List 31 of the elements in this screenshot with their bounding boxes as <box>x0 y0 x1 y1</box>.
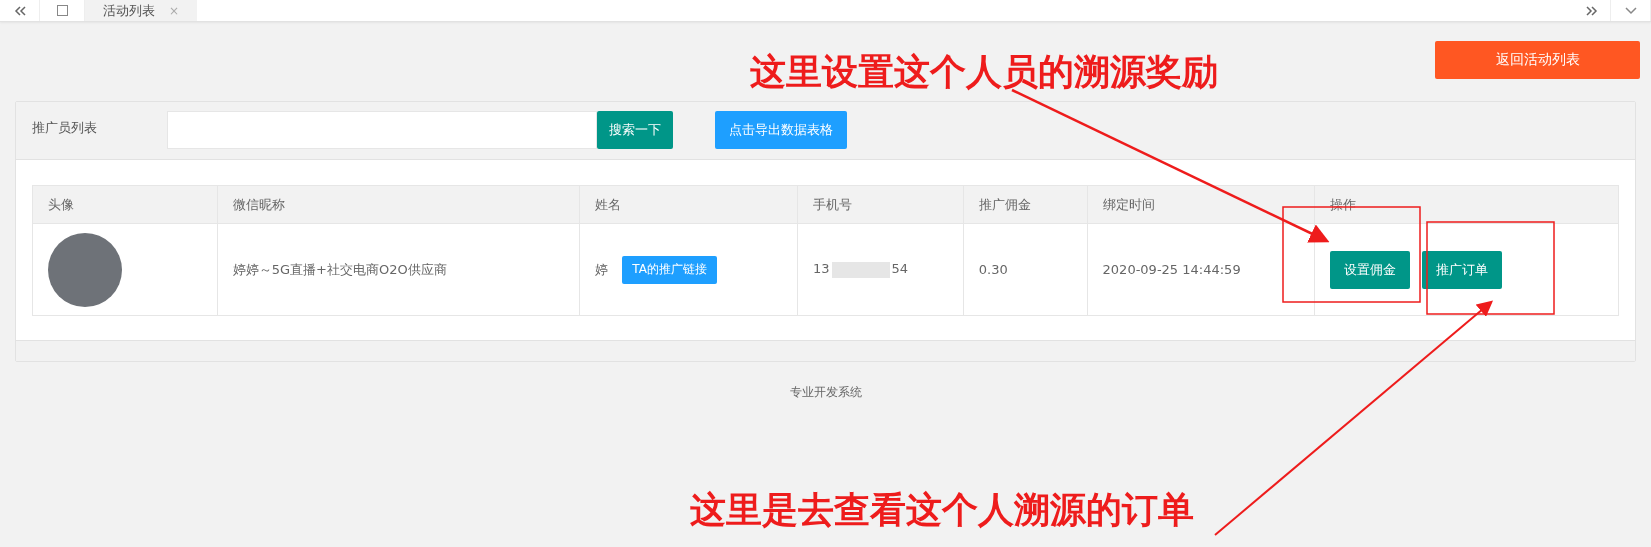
search-field[interactable] <box>167 111 597 149</box>
annotation-text: 这里设置这个人员的溯源奖励 <box>750 50 1218 94</box>
column-header: 头像 <box>32 185 218 224</box>
action-button[interactable]: 设置佣金 <box>1330 250 1411 289</box>
column-header: 推广佣金 <box>963 185 1088 224</box>
footer-text: 专业开发系统 <box>788 384 863 401</box>
column-header: 微信昵称 <box>217 185 580 224</box>
annotation-text: 这里是去查看这个人溯源的订单 <box>690 488 1194 532</box>
column-header: 手机号 <box>797 185 964 224</box>
double-chevron-right-icon[interactable] <box>1585 5 1598 16</box>
action-button[interactable]: 推广订单 <box>1422 250 1503 289</box>
tab-label: 活动列表 <box>102 1 155 20</box>
table-cell: 婷婷～5G直播+社交电商O2O供应商 <box>217 223 580 316</box>
export-button[interactable]: 点击导出数据表格 <box>715 111 847 149</box>
name-text: 婷 <box>595 261 609 276</box>
blurred-block <box>831 261 890 278</box>
double-chevron-left-icon[interactable] <box>13 5 26 16</box>
table-cell: 0.30 <box>963 223 1088 316</box>
return-button[interactable]: 返回活动列表 <box>1435 41 1640 79</box>
tab[interactable]: 活动列表 × <box>85 0 197 21</box>
close-icon[interactable]: × <box>168 3 180 18</box>
square-icon[interactable] <box>56 5 68 16</box>
chevron-down-icon[interactable] <box>1624 6 1637 15</box>
link-button[interactable]: TA的推广链接 <box>622 255 717 284</box>
panel-title: 推广员列表 <box>32 119 98 137</box>
phone-text: 13 <box>813 261 830 277</box>
column-header: 绑定时间 <box>1087 185 1315 224</box>
column-header: 姓名 <box>579 185 798 224</box>
phone-text: 54 <box>891 261 909 277</box>
search-button[interactable]: 搜索一下 <box>597 111 673 149</box>
table-cell: 2020-09-25 14:44:59 <box>1087 223 1315 316</box>
